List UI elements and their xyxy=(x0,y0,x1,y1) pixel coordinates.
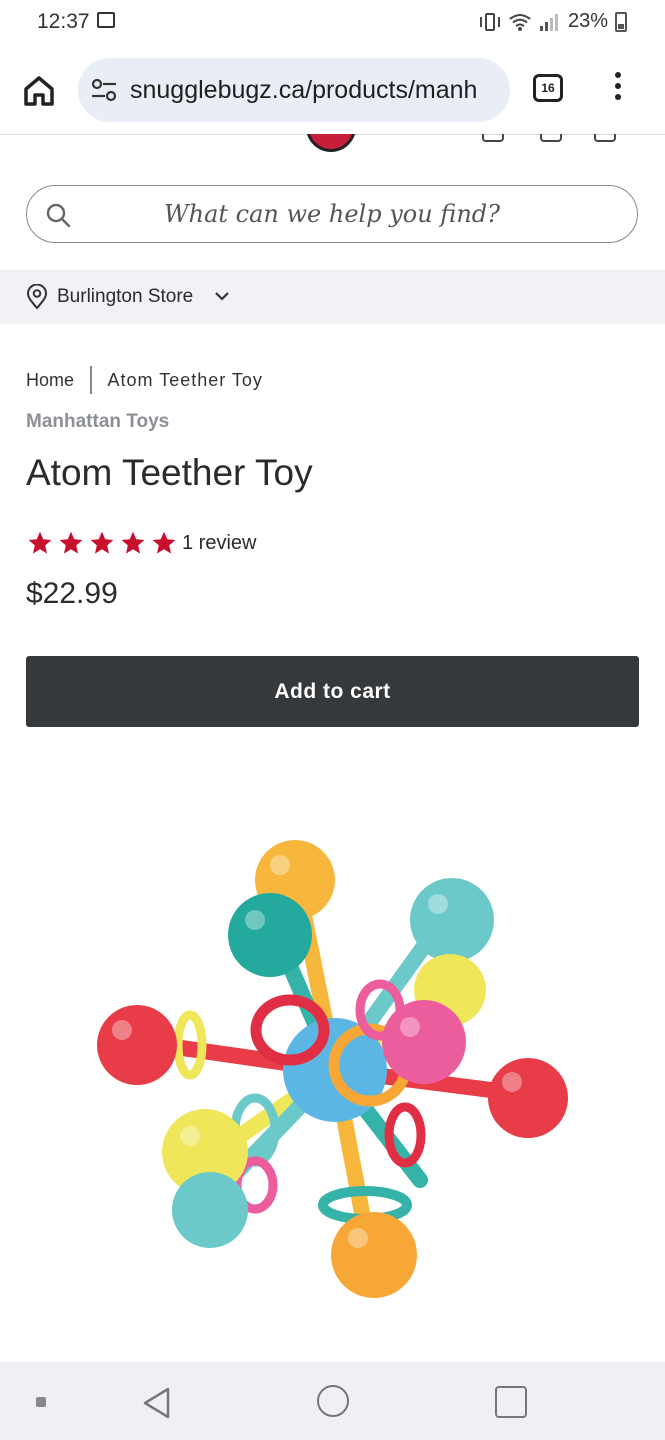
status-bar: 12:37 23% xyxy=(0,0,665,46)
search-input[interactable]: What can we help you find? xyxy=(26,185,638,243)
breadcrumb-divider xyxy=(90,366,92,394)
recent-apps-icon[interactable] xyxy=(495,1386,527,1418)
product-brand[interactable]: Manhattan Toys xyxy=(26,411,169,433)
add-to-cart-button[interactable]: Add to cart xyxy=(26,656,639,727)
url-text: snugglebugz.ca/products/manh xyxy=(130,76,478,104)
address-bar[interactable]: snugglebugz.ca/products/manh xyxy=(78,58,510,122)
chevron-down-icon xyxy=(215,292,229,301)
wifi-icon xyxy=(509,13,531,31)
vibrate-icon xyxy=(479,11,501,33)
tab-switcher-button[interactable]: 16 xyxy=(533,74,563,102)
store-name: Burlington Store xyxy=(57,286,194,307)
back-icon[interactable] xyxy=(140,1386,172,1420)
review-count[interactable]: 1 review xyxy=(182,532,256,555)
product-image[interactable] xyxy=(80,830,590,1310)
star-icon xyxy=(152,531,176,554)
wishlist-icon[interactable] xyxy=(540,134,562,142)
account-icon[interactable] xyxy=(482,134,504,142)
product-rating[interactable]: 1 review xyxy=(26,530,256,556)
site-settings-icon[interactable] xyxy=(90,78,118,102)
store-selector[interactable]: Burlington Store xyxy=(0,270,665,324)
status-time: 12:37 xyxy=(37,10,90,33)
system-nav-bar xyxy=(0,1362,665,1440)
star-icon xyxy=(121,531,145,554)
battery-icon xyxy=(615,11,627,32)
status-right: 23% xyxy=(479,10,627,33)
breadcrumb-current: Atom Teether Toy xyxy=(107,369,263,390)
browser-toolbar: snugglebugz.ca/products/manh 16 xyxy=(0,46,665,135)
home-nav-icon[interactable] xyxy=(317,1385,349,1417)
star-icon xyxy=(59,531,83,554)
home-icon[interactable] xyxy=(18,70,60,112)
star-icon xyxy=(90,531,114,554)
product-title: Atom Teether Toy xyxy=(26,452,313,493)
breadcrumb-home[interactable]: Home xyxy=(26,370,74,391)
search-placeholder: What can we help you find? xyxy=(163,200,501,228)
site-logo[interactable] xyxy=(306,134,358,154)
star-icon xyxy=(28,531,52,554)
cart-icon[interactable] xyxy=(594,134,616,142)
rating-stars xyxy=(26,530,178,556)
product-price: $22.99 xyxy=(26,577,118,610)
battery-percent: 23% xyxy=(567,10,608,32)
gallery-notification-icon xyxy=(97,12,115,28)
nav-dot-icon xyxy=(36,1397,46,1407)
location-pin-icon xyxy=(26,284,48,310)
more-menu-icon[interactable] xyxy=(612,72,624,106)
signal-icon xyxy=(539,13,558,31)
breadcrumb: Home Atom Teether Toy xyxy=(26,366,263,394)
